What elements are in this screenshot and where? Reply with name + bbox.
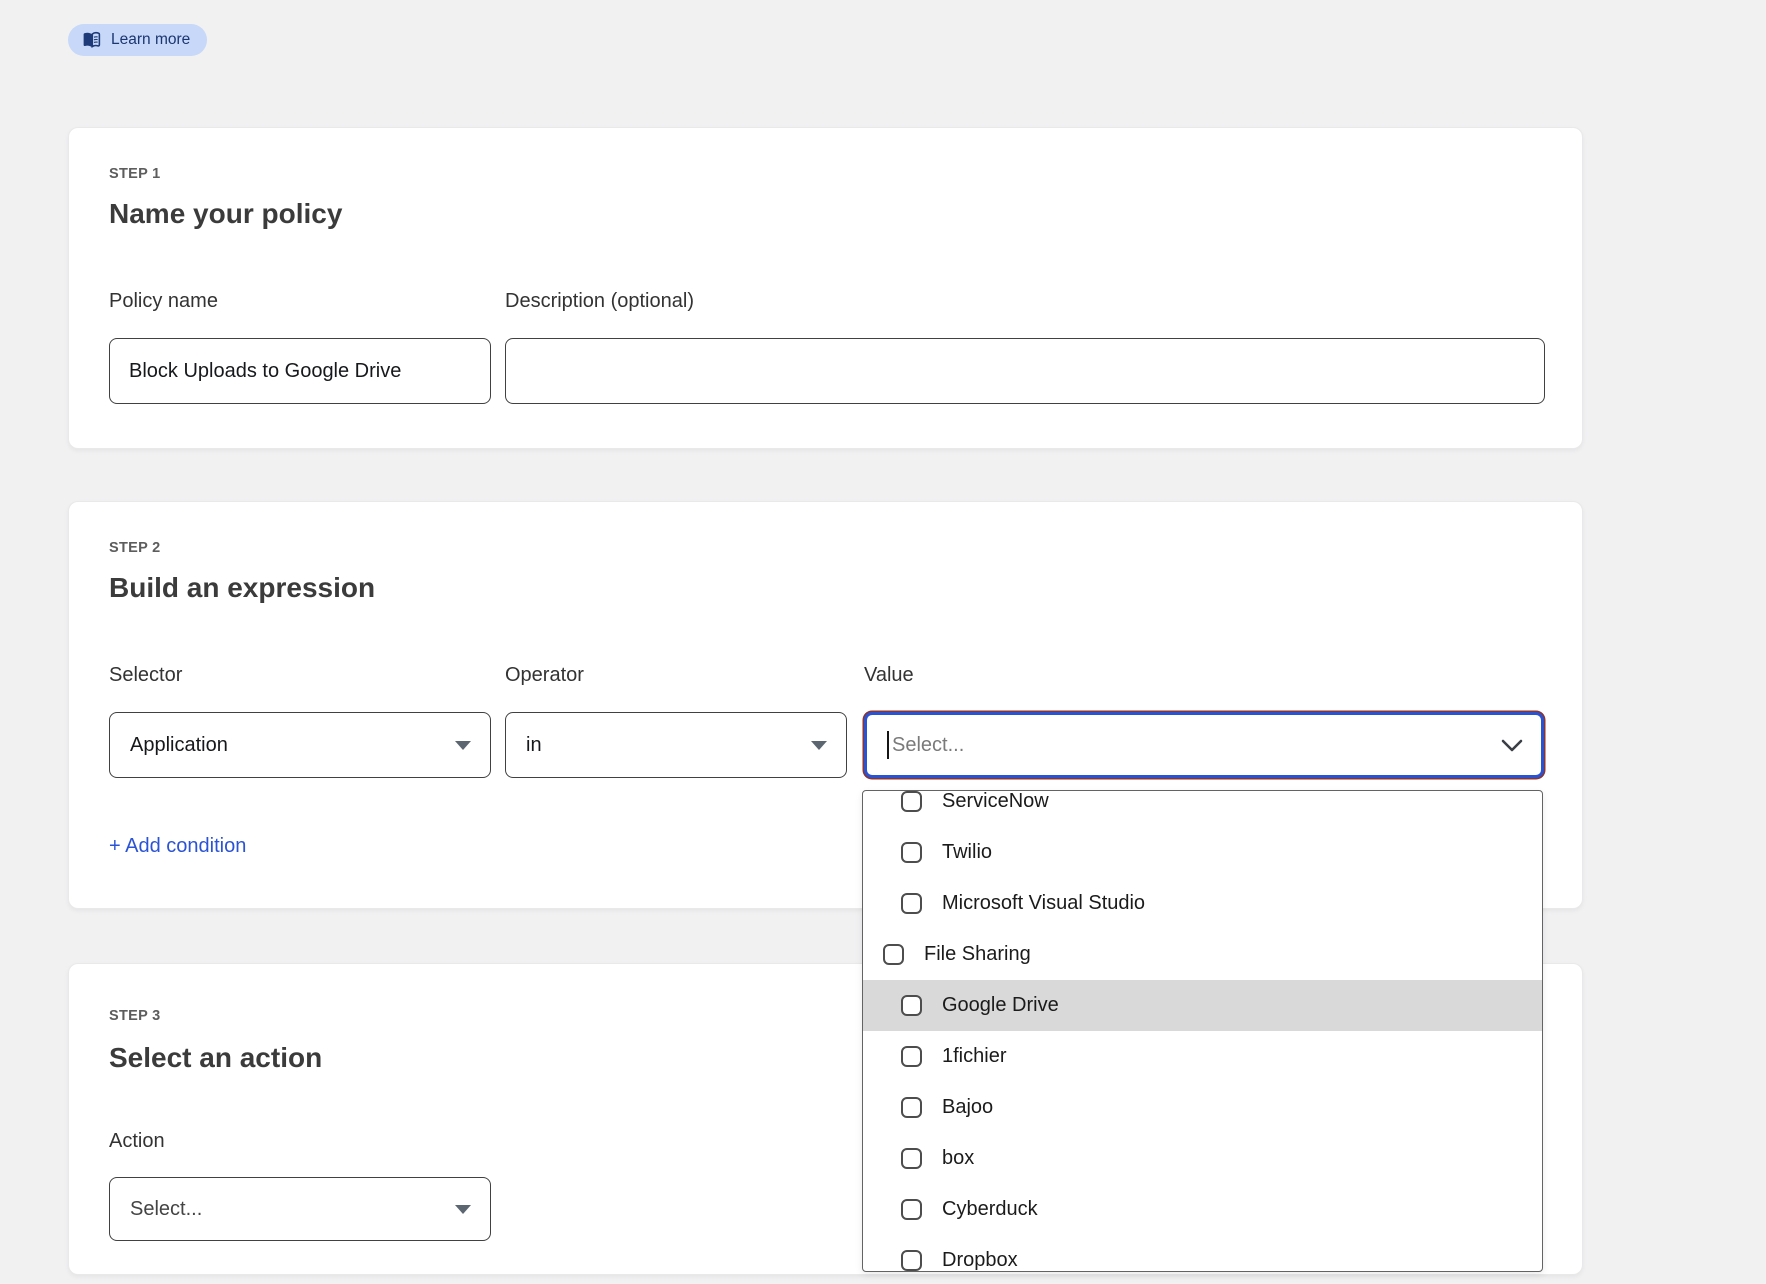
dropdown-option[interactable]: Bajoo xyxy=(863,1082,1542,1133)
step2-label: STEP 2 xyxy=(109,540,161,556)
dropdown-option-label: Twilio xyxy=(942,841,992,864)
dropdown-option[interactable]: ServiceNow xyxy=(863,790,1542,827)
dropdown-option-label: 1fichier xyxy=(942,1045,1006,1068)
dropdown-option-list: ServiceNow Twilio Microsoft Visual Studi… xyxy=(863,790,1542,1272)
selector-label: Selector xyxy=(109,664,182,687)
dropdown-option-label: Cyberduck xyxy=(942,1198,1038,1221)
dropdown-option-label: File Sharing xyxy=(924,943,1031,966)
learn-more-button[interactable]: Learn more xyxy=(68,24,207,56)
checkbox[interactable] xyxy=(901,995,922,1016)
add-condition-link[interactable]: + Add condition xyxy=(109,835,246,858)
action-label: Action xyxy=(109,1130,165,1153)
dropdown-option[interactable]: Microsoft Visual Studio xyxy=(863,878,1542,929)
checkbox[interactable] xyxy=(901,1250,922,1271)
book-icon xyxy=(81,31,102,49)
dropdown-option[interactable]: box xyxy=(863,1133,1542,1184)
checkbox[interactable] xyxy=(901,1199,922,1220)
step1-title: Name your policy xyxy=(109,198,342,230)
checkbox[interactable] xyxy=(901,1097,922,1118)
step1-card: STEP 1 Name your policy Policy name Desc… xyxy=(68,127,1583,449)
operator-value: in xyxy=(526,734,542,757)
checkbox[interactable] xyxy=(901,842,922,863)
operator-label: Operator xyxy=(505,664,584,687)
checkbox[interactable] xyxy=(901,893,922,914)
value-placeholder: Select... xyxy=(892,734,964,757)
text-caret xyxy=(887,731,889,759)
dropdown-option[interactable]: Google Drive xyxy=(863,980,1542,1031)
dropdown-option[interactable]: Cyberduck xyxy=(863,1184,1542,1235)
policy-name-input[interactable] xyxy=(109,338,491,404)
value-dropdown: ServiceNow Twilio Microsoft Visual Studi… xyxy=(862,790,1543,1272)
dropdown-option-label: box xyxy=(942,1147,974,1170)
checkbox[interactable] xyxy=(901,1148,922,1169)
dropdown-option-label: Google Drive xyxy=(942,994,1059,1017)
dropdown-arrow-icon xyxy=(455,1205,471,1214)
action-value: Select... xyxy=(130,1198,202,1221)
dropdown-option-label: Dropbox xyxy=(942,1249,1018,1272)
dropdown-option[interactable]: Twilio xyxy=(863,827,1542,878)
value-combobox[interactable]: Select... xyxy=(864,712,1544,778)
dropdown-option-label: Bajoo xyxy=(942,1096,993,1119)
dropdown-option[interactable]: Dropbox xyxy=(863,1235,1542,1272)
step3-title: Select an action xyxy=(109,1042,322,1074)
dropdown-option-label: ServiceNow xyxy=(942,790,1049,813)
checkbox[interactable] xyxy=(901,1046,922,1067)
description-input[interactable] xyxy=(505,338,1545,404)
dropdown-option-label: Microsoft Visual Studio xyxy=(942,892,1145,915)
checkbox[interactable] xyxy=(901,791,922,812)
dropdown-arrow-icon xyxy=(811,741,827,750)
learn-more-label: Learn more xyxy=(111,31,190,49)
dropdown-option[interactable]: File Sharing xyxy=(863,929,1542,980)
checkbox[interactable] xyxy=(883,944,904,965)
dropdown-arrow-icon xyxy=(455,741,471,750)
step3-label: STEP 3 xyxy=(109,1008,161,1024)
selector-value: Application xyxy=(130,734,228,757)
dropdown-option[interactable]: 1fichier xyxy=(863,1031,1542,1082)
value-label: Value xyxy=(864,664,914,687)
policy-name-label: Policy name xyxy=(109,290,491,313)
step1-label: STEP 1 xyxy=(109,166,161,182)
selector-select[interactable]: Application xyxy=(109,712,491,778)
chevron-down-icon xyxy=(1501,739,1523,757)
step2-title: Build an expression xyxy=(109,572,375,604)
description-label: Description (optional) xyxy=(505,290,694,313)
operator-select[interactable]: in xyxy=(505,712,847,778)
action-select[interactable]: Select... xyxy=(109,1177,491,1241)
